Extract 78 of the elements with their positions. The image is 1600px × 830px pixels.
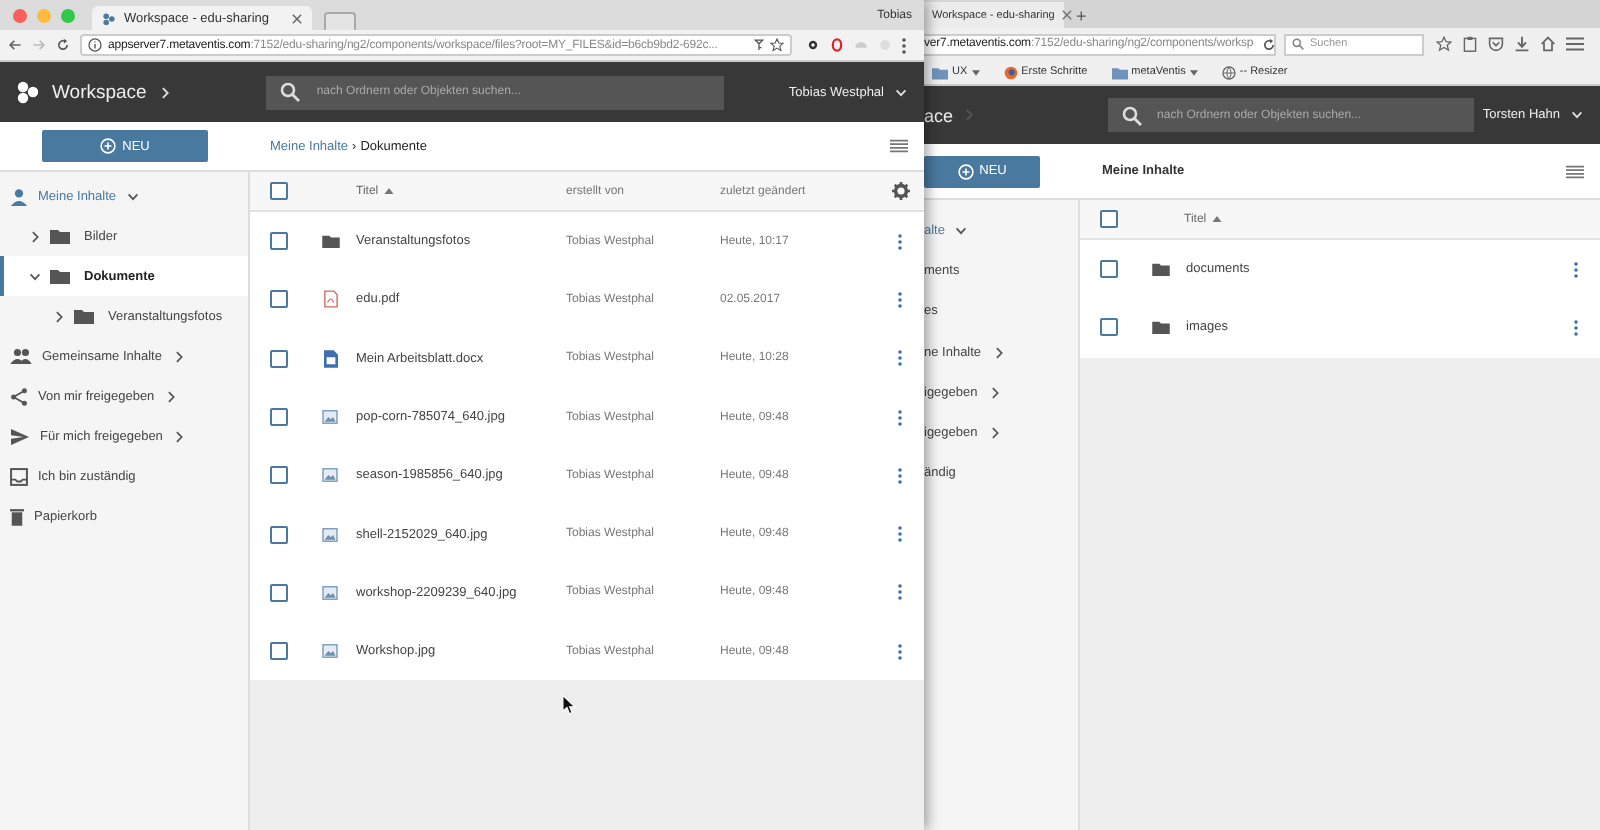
folder-icon <box>50 228 70 244</box>
folder-icon <box>321 234 339 249</box>
document-icon <box>323 349 337 368</box>
chevron-icon[interactable] <box>164 389 179 403</box>
close-icon[interactable] <box>292 13 302 23</box>
folder-icon <box>932 65 948 79</box>
close-icon[interactable] <box>1062 10 1073 20</box>
chevron-icon[interactable] <box>52 309 66 323</box>
inbox-icon <box>10 467 28 485</box>
checkbox[interactable] <box>269 466 287 485</box>
menu-icon[interactable] <box>1566 163 1584 179</box>
sort-ascending-icon[interactable] <box>384 188 395 194</box>
image-icon <box>322 468 338 483</box>
folder-icon <box>1151 262 1169 277</box>
checkbox[interactable] <box>269 408 287 427</box>
checkbox[interactable] <box>269 349 287 368</box>
new-tab-button[interactable]: + <box>1076 4 1087 28</box>
star-icon[interactable] <box>770 38 784 52</box>
checkbox[interactable] <box>269 290 287 309</box>
chevron-icon[interactable] <box>987 385 1002 400</box>
reload-icon[interactable] <box>56 38 70 52</box>
chevron-icon[interactable] <box>171 349 186 363</box>
image-icon <box>322 644 338 659</box>
dropdown-arrow-icon[interactable] <box>1189 69 1198 75</box>
mouse-cursor-icon <box>562 694 576 716</box>
dropdown-arrow-icon[interactable] <box>971 69 980 75</box>
pdf-file-icon <box>323 290 337 309</box>
checkbox[interactable] <box>1099 210 1117 228</box>
browser-logo-icon <box>1003 65 1018 79</box>
back-icon[interactable] <box>8 38 22 52</box>
checkbox[interactable] <box>1099 318 1117 337</box>
search-icon <box>280 82 301 102</box>
sort-ascending-icon[interactable] <box>1212 216 1223 222</box>
trash-icon <box>10 507 24 525</box>
checkbox[interactable] <box>1099 260 1117 279</box>
globe-icon <box>1221 65 1236 79</box>
share-icon <box>10 387 28 405</box>
folder-icon <box>74 308 94 324</box>
folder-icon <box>1111 65 1128 79</box>
menu-icon[interactable] <box>890 138 908 154</box>
logo-icon[interactable] <box>16 80 40 104</box>
chevron-icon[interactable] <box>991 345 1006 360</box>
folder-icon <box>50 268 70 284</box>
checkbox[interactable] <box>269 642 287 661</box>
image-icon <box>322 585 338 600</box>
checkbox[interactable] <box>269 182 287 200</box>
people-icon <box>10 348 32 364</box>
download-icon[interactable] <box>1514 36 1530 52</box>
app-title[interactable]: Workspace <box>52 81 147 103</box>
folder-icon <box>1151 320 1169 335</box>
chevron-icon[interactable] <box>28 229 42 243</box>
checkbox[interactable] <box>269 525 287 544</box>
send-icon <box>10 427 30 445</box>
star-icon[interactable] <box>1436 36 1452 52</box>
plus-icon <box>957 163 974 179</box>
checkbox[interactable] <box>269 232 287 251</box>
chevron-icon[interactable] <box>28 269 42 283</box>
person-icon <box>10 188 28 206</box>
menu-icon[interactable] <box>1566 36 1584 52</box>
chevron-icon[interactable] <box>954 223 969 238</box>
clipboard-icon[interactable] <box>1462 36 1478 52</box>
chevron-icon[interactable] <box>158 85 173 99</box>
favicon-icon <box>102 11 116 25</box>
reload-icon[interactable] <box>1261 37 1276 51</box>
home-icon[interactable] <box>1540 36 1556 52</box>
info-icon[interactable] <box>88 38 102 52</box>
search-icon <box>1121 105 1142 125</box>
settings-icon[interactable] <box>891 182 909 200</box>
image-icon <box>322 527 338 542</box>
app-title[interactable]: ace <box>924 105 954 125</box>
checkbox[interactable] <box>269 583 287 602</box>
chevron-icon[interactable] <box>172 429 187 443</box>
image-icon <box>322 410 338 425</box>
chevron-icon[interactable] <box>987 426 1002 441</box>
chevron-icon[interactable] <box>126 190 141 204</box>
plus-icon <box>100 138 117 154</box>
pocket-icon[interactable] <box>1488 36 1504 52</box>
search-icon <box>1292 38 1304 50</box>
